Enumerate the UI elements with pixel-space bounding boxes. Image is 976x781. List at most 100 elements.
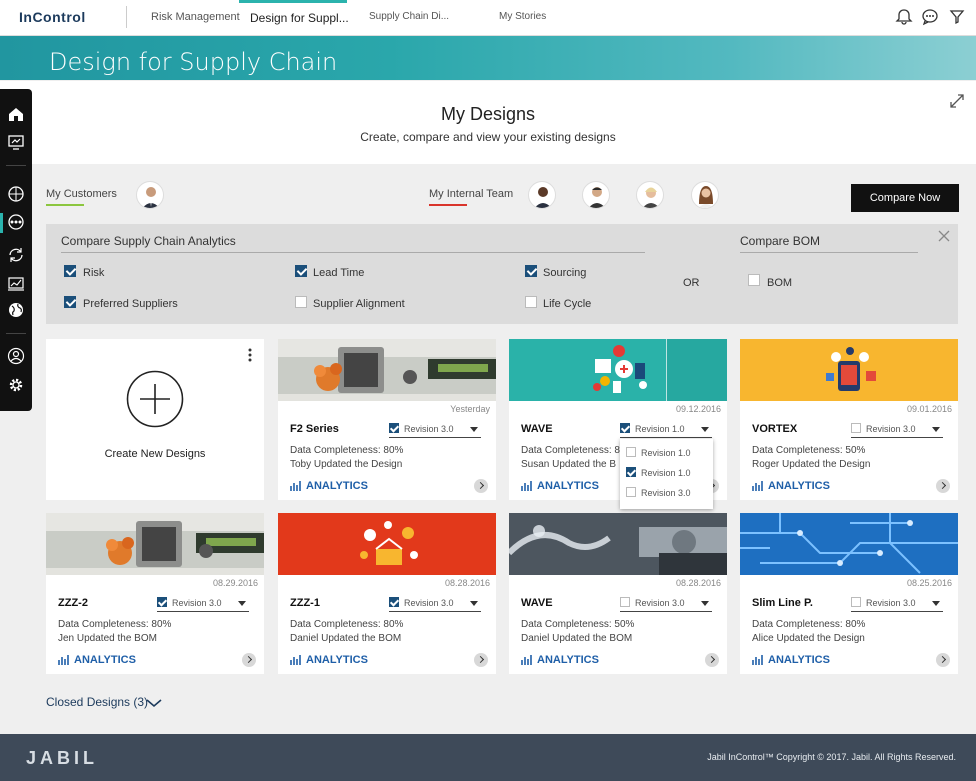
data-completeness: Data Completeness: 80% bbox=[752, 619, 866, 630]
network-icon[interactable] bbox=[7, 213, 25, 231]
analytics-link[interactable]: ANALYTICS bbox=[58, 654, 136, 666]
revision-select[interactable]: Revision 3.0 bbox=[851, 423, 943, 438]
revision-checkbox[interactable] bbox=[157, 597, 167, 607]
card-date: Yesterday bbox=[450, 404, 490, 414]
user-icon[interactable] bbox=[7, 347, 25, 365]
analytics-link[interactable]: ANALYTICS bbox=[290, 654, 368, 666]
card-date: 08.29.2016 bbox=[212, 578, 258, 588]
lead-time-label: Lead Time bbox=[313, 267, 365, 279]
life-cycle-checkbox[interactable] bbox=[525, 296, 537, 308]
chevron-down-icon bbox=[146, 699, 162, 708]
analytics-link[interactable]: ANALYTICS bbox=[521, 480, 599, 492]
card-title: VORTEX bbox=[752, 423, 798, 435]
tab-design-for-supply-chain[interactable]: Design for Suppl... bbox=[250, 11, 349, 25]
dashboard-icon[interactable] bbox=[7, 133, 25, 151]
arrow-right-icon[interactable] bbox=[705, 653, 719, 667]
filter-icon[interactable] bbox=[948, 8, 966, 26]
globe-grid-icon[interactable] bbox=[7, 185, 25, 203]
dropdown-option[interactable]: Revision 3.0 bbox=[620, 483, 713, 503]
arrow-right-icon[interactable] bbox=[936, 653, 950, 667]
design-card[interactable]: 08.28.2016 WAVE Revision 3.0 Data Comple… bbox=[509, 513, 727, 674]
card-title: WAVE bbox=[521, 423, 553, 435]
option-checkbox[interactable] bbox=[626, 467, 636, 477]
dropdown-option[interactable]: Revision 1.0 bbox=[620, 443, 713, 463]
avatar[interactable] bbox=[582, 181, 610, 209]
data-completeness: Data Completeness: 50% bbox=[521, 619, 635, 630]
arrow-right-icon[interactable] bbox=[242, 653, 256, 667]
expand-icon[interactable] bbox=[950, 94, 964, 108]
gear-icon[interactable] bbox=[7, 376, 25, 394]
analytics-link[interactable]: ANALYTICS bbox=[290, 480, 368, 492]
analytics-icon bbox=[752, 655, 763, 665]
design-card[interactable]: Yesterday F2 Series Revision 3.0 Data Co… bbox=[278, 339, 496, 500]
chat-icon[interactable] bbox=[921, 8, 939, 26]
analytics-icon bbox=[58, 655, 69, 665]
create-new-design-card[interactable]: Create New Designs bbox=[46, 339, 264, 500]
option-label: Revision 1.0 bbox=[641, 448, 691, 458]
revision-checkbox[interactable] bbox=[389, 597, 399, 607]
compare-now-button[interactable]: Compare Now bbox=[851, 184, 959, 212]
option-checkbox[interactable] bbox=[626, 447, 636, 457]
close-icon[interactable] bbox=[938, 230, 950, 242]
revision-checkbox[interactable] bbox=[851, 597, 861, 607]
avatar[interactable] bbox=[528, 181, 556, 209]
revision-checkbox[interactable] bbox=[620, 597, 630, 607]
revision-select[interactable]: Revision 3.0 bbox=[851, 597, 943, 612]
add-circle-icon[interactable] bbox=[126, 370, 184, 428]
arrow-right-icon[interactable] bbox=[936, 479, 950, 493]
lead-time-checkbox[interactable] bbox=[295, 265, 307, 277]
option-checkbox[interactable] bbox=[626, 487, 636, 497]
revision-select[interactable]: Revision 3.0 bbox=[157, 597, 249, 612]
monitor-chart-icon[interactable] bbox=[7, 275, 25, 293]
analytics-label: ANALYTICS bbox=[74, 654, 136, 666]
analytics-link[interactable]: ANALYTICS bbox=[752, 480, 830, 492]
arrow-right-icon[interactable] bbox=[474, 479, 488, 493]
avatar[interactable] bbox=[136, 181, 164, 209]
page-subtitle: Create, compare and view your existing d… bbox=[360, 130, 616, 144]
avatar[interactable] bbox=[636, 181, 664, 209]
risk-checkbox[interactable] bbox=[64, 265, 76, 277]
revision-select[interactable]: Revision 3.0 bbox=[389, 597, 481, 612]
design-card[interactable]: 09.01.2016 VORTEX Revision 3.0 Data Comp… bbox=[740, 339, 958, 500]
compare-analytics-title: Compare Supply Chain Analytics bbox=[61, 234, 236, 248]
analytics-label: ANALYTICS bbox=[768, 480, 830, 492]
card-title: Slim Line P. bbox=[752, 597, 813, 609]
footer: JABIL Jabil InControl™ Copyright © 2017.… bbox=[0, 734, 976, 781]
dropdown-option[interactable]: Revision 1.0 bbox=[620, 463, 713, 483]
design-card[interactable]: 08.25.2016 Slim Line P. Revision 3.0 Dat… bbox=[740, 513, 958, 674]
refresh-icon[interactable] bbox=[7, 246, 25, 264]
revision-checkbox[interactable] bbox=[620, 423, 630, 433]
revision-label: Revision 3.0 bbox=[866, 598, 916, 608]
analytics-link[interactable]: ANALYTICS bbox=[521, 654, 599, 666]
tab-my-stories[interactable]: My Stories bbox=[499, 11, 546, 22]
revision-checkbox[interactable] bbox=[389, 423, 399, 433]
data-completeness: Data Completeness: 80% bbox=[58, 619, 172, 630]
design-card[interactable]: 08.29.2016 ZZZ-2 Revision 3.0 Data Compl… bbox=[46, 513, 264, 674]
sourcing-checkbox[interactable] bbox=[525, 265, 537, 277]
card-title: F2 Series bbox=[290, 423, 339, 435]
tab-risk-management[interactable]: Risk Management bbox=[151, 11, 240, 23]
revision-select[interactable]: Revision 3.0 bbox=[620, 597, 712, 612]
world-icon[interactable] bbox=[7, 301, 25, 319]
revision-select[interactable]: Revision 1.0 bbox=[620, 423, 712, 438]
revision-label: Revision 3.0 bbox=[404, 598, 454, 608]
more-vertical-icon[interactable] bbox=[247, 347, 253, 363]
analytics-link[interactable]: ANALYTICS bbox=[752, 654, 830, 666]
home-icon[interactable] bbox=[7, 105, 25, 123]
bom-checkbox[interactable] bbox=[748, 274, 760, 286]
revision-checkbox[interactable] bbox=[851, 423, 861, 433]
analytics-icon bbox=[290, 655, 301, 665]
tab-supply-chain-di[interactable]: Supply Chain Di... bbox=[369, 11, 449, 22]
revision-label: Revision 3.0 bbox=[404, 424, 454, 434]
bell-icon[interactable] bbox=[895, 8, 913, 26]
supplier-alignment-checkbox[interactable] bbox=[295, 296, 307, 308]
preferred-suppliers-checkbox[interactable] bbox=[64, 296, 76, 308]
caret-down-icon bbox=[238, 601, 246, 606]
arrow-right-icon[interactable] bbox=[474, 653, 488, 667]
app-logo[interactable]: InControl bbox=[19, 9, 86, 25]
avatar[interactable] bbox=[691, 181, 719, 209]
closed-designs-toggle[interactable]: Closed Designs (3) bbox=[46, 695, 162, 709]
divider bbox=[126, 6, 127, 28]
revision-select[interactable]: Revision 3.0 bbox=[389, 423, 481, 438]
design-card[interactable]: 08.28.2016 ZZZ-1 Revision 3.0 Data Compl… bbox=[278, 513, 496, 674]
